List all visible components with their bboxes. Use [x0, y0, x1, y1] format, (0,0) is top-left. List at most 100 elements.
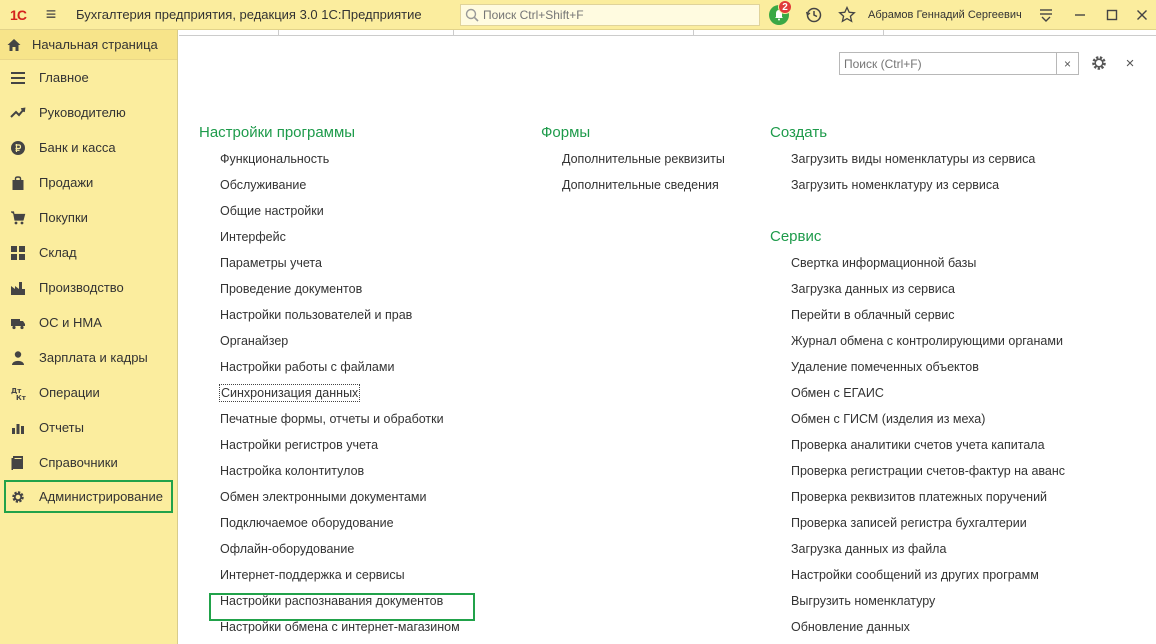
sidebar-item-operations[interactable]: Дт Кт Операции [0, 375, 177, 410]
cart-icon [10, 210, 26, 226]
factory-icon [10, 280, 26, 296]
app-title: Бухгалтерия предприятия, редакция 3.0 1С… [76, 7, 422, 22]
settings-link[interactable]: Обмен электронными документами [199, 484, 460, 510]
service-link[interactable]: Удаление помеченных объектов [770, 354, 1065, 380]
service-link[interactable]: Настройки сообщений из других программ [770, 562, 1065, 588]
app-menu-icon[interactable] [1034, 0, 1058, 30]
settings-link[interactable]: Печатные формы, отчеты и обработки [199, 406, 460, 432]
gear-icon [10, 489, 26, 505]
forms-link[interactable]: Дополнительные реквизиты [541, 146, 725, 172]
section-search[interactable]: × [839, 52, 1079, 75]
settings-link[interactable]: Проведение документов [199, 276, 460, 302]
favorites-star-icon[interactable] [835, 0, 859, 30]
sidebar-item-label: Справочники [39, 455, 118, 470]
sidebar-item-label: Руководителю [39, 105, 126, 120]
service-column: Сервис Свертка информационной базы Загру… [770, 224, 1065, 640]
sidebar-item-purchases[interactable]: Покупки [0, 200, 177, 235]
service-link[interactable]: Свертка информационной базы [770, 250, 1065, 276]
sidebar-item-administration[interactable]: Администрирование [4, 480, 173, 513]
forms-column: Формы Дополнительные реквизиты Дополните… [541, 120, 725, 198]
sidebar-item-label: Продажи [39, 175, 94, 190]
service-link[interactable]: Загрузка данных из файла [770, 536, 1065, 562]
service-link[interactable]: Обмен с ЕГАИС [770, 380, 1065, 406]
service-link[interactable]: Выгрузить номенклатуру [770, 588, 1065, 614]
settings-column: Настройки программы Функциональность Обс… [199, 120, 460, 640]
settings-link[interactable]: Интерфейс [199, 224, 460, 250]
settings-link[interactable]: Органайзер [199, 328, 460, 354]
service-link[interactable]: Проверка регистрации счетов-фактур на ав… [770, 458, 1065, 484]
close-window-icon[interactable] [1130, 0, 1154, 30]
create-link[interactable]: Загрузить номенклатуру из сервиса [770, 172, 1035, 198]
close-panel-button[interactable]: × [1120, 53, 1140, 73]
sidebar-item-warehouse[interactable]: Склад [0, 235, 177, 270]
settings-link[interactable]: Параметры учета [199, 250, 460, 276]
sidebar-item-reports[interactable]: Отчеты [0, 410, 177, 445]
settings-link[interactable]: Настройки регистров учета [199, 432, 460, 458]
user-name[interactable]: Абрамов Геннадий Сергеевич [868, 0, 1022, 30]
section-search-input[interactable] [840, 53, 1056, 74]
svg-text:Кт: Кт [16, 394, 26, 401]
sidebar-item-label: Склад [39, 245, 77, 260]
service-link[interactable]: Проверка записей регистра бухгалтерии [770, 510, 1065, 536]
truck-icon [10, 315, 26, 331]
create-column: Создать Загрузить виды номенклатуры из с… [770, 120, 1035, 198]
settings-link-focused[interactable]: Синхронизация данных [199, 380, 460, 406]
grid-icon [10, 245, 26, 261]
service-link[interactable]: Загрузка данных из сервиса [770, 276, 1065, 302]
sidebar-item-salary[interactable]: Зарплата и кадры [0, 340, 177, 375]
sidebar-item-label: Покупки [39, 210, 88, 225]
logo-text: 1С [10, 6, 27, 23]
minimize-icon[interactable] [1068, 0, 1092, 30]
service-link[interactable]: Обмен с ГИСМ (изделия из меха) [770, 406, 1065, 432]
sidebar-item-label: ОС и НМА [39, 315, 102, 330]
tab-separator [453, 30, 454, 36]
settings-link[interactable]: Интернет-поддержка и сервисы [199, 562, 460, 588]
service-link[interactable]: Перейти в облачный сервис [770, 302, 1065, 328]
highlight-frame [209, 593, 475, 621]
sidebar-item-label: Начальная страница [32, 37, 158, 52]
settings-gear-icon[interactable] [1089, 53, 1109, 73]
settings-link[interactable]: Общие настройки [199, 198, 460, 224]
menu-icon[interactable]: ≡ [36, 0, 66, 30]
sidebar-item-label: Главное [39, 70, 89, 85]
service-link[interactable]: Проверка аналитики счетов учета капитала [770, 432, 1065, 458]
sidebar-item-fixed-assets[interactable]: ОС и НМА [0, 305, 177, 340]
history-icon[interactable] [802, 0, 826, 30]
settings-link[interactable]: Настройки работы с файлами [199, 354, 460, 380]
tab-separator [278, 30, 279, 36]
sidebar-item-home[interactable]: Начальная страница [0, 30, 177, 60]
service-section-title: Сервис [770, 228, 822, 245]
settings-link[interactable]: Настройка колонтитулов [199, 458, 460, 484]
tab-separator [883, 30, 884, 36]
clear-search-button[interactable]: × [1056, 53, 1078, 74]
sidebar-item-manager[interactable]: Руководителю [0, 95, 177, 130]
books-icon [10, 455, 26, 471]
service-link[interactable]: Журнал обмена с контролирующими органами [770, 328, 1065, 354]
notifications-badge: 2 [778, 0, 792, 14]
settings-link[interactable]: Подключаемое оборудование [199, 510, 460, 536]
settings-link[interactable]: Офлайн-оборудование [199, 536, 460, 562]
service-link[interactable]: Проверка реквизитов платежных поручений [770, 484, 1065, 510]
global-search[interactable] [460, 4, 760, 26]
settings-link[interactable]: Настройки пользователей и прав [199, 302, 460, 328]
app-logo[interactable]: 1С [0, 0, 36, 30]
sidebar-item-main[interactable]: Главное [0, 60, 177, 95]
link-text: Синхронизация данных [218, 384, 361, 402]
bar-chart-icon [10, 420, 26, 436]
sidebar-item-sales[interactable]: Продажи [0, 165, 177, 200]
sidebar-item-production[interactable]: Производство [0, 270, 177, 305]
settings-link[interactable]: Функциональность [199, 146, 460, 172]
global-search-input[interactable] [483, 8, 753, 22]
person-icon [10, 350, 26, 366]
notifications-button[interactable]: 2 [766, 0, 792, 30]
list-icon [10, 70, 26, 86]
service-link[interactable]: Обновление данных [770, 614, 1065, 640]
settings-link[interactable]: Обслуживание [199, 172, 460, 198]
sidebar-item-bank[interactable]: Банк и касса [0, 130, 177, 165]
sidebar-item-catalogs[interactable]: Справочники [0, 445, 177, 480]
forms-link[interactable]: Дополнительные сведения [541, 172, 725, 198]
create-link[interactable]: Загрузить виды номенклатуры из сервиса [770, 146, 1035, 172]
sidebar-item-label: Зарплата и кадры [39, 350, 148, 365]
content-panel: × × Настройки программы Функциональность… [179, 37, 1156, 644]
maximize-icon[interactable] [1100, 0, 1124, 30]
